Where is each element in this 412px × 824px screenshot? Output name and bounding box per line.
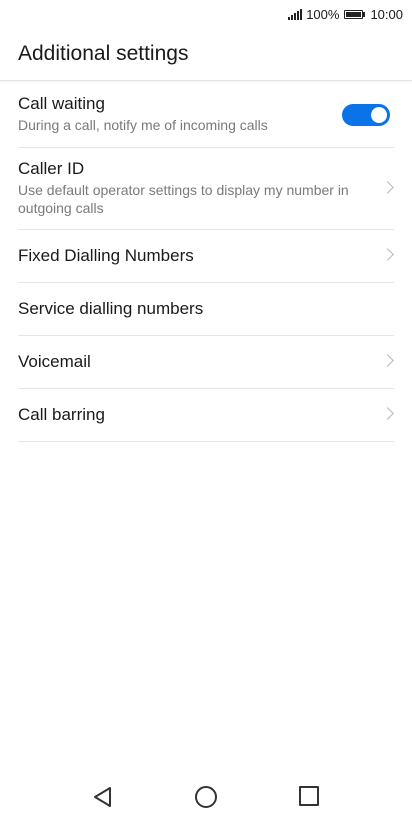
setting-title: Fixed Dialling Numbers [18, 246, 194, 265]
setting-title: Voicemail [18, 352, 91, 371]
app-bar: Additional settings [0, 28, 412, 81]
page-title: Additional settings [18, 42, 189, 65]
setting-subtitle: Use default operator settings to display… [18, 182, 349, 216]
screen: 100% 10:00 Additional settings Call wait… [0, 0, 412, 824]
setting-subtitle: During a call, notify me of incoming cal… [18, 117, 268, 133]
recents-icon[interactable] [299, 786, 319, 806]
setting-title: Service dialling numbers [18, 299, 204, 318]
setting-title: Caller ID [18, 159, 85, 178]
setting-title: Call waiting [18, 94, 105, 113]
setting-fixed-dialling-numbers[interactable]: Fixed Dialling Numbers [18, 230, 394, 283]
back-icon[interactable] [93, 786, 113, 808]
signal-icon [288, 8, 303, 20]
status-bar: 100% 10:00 [0, 0, 412, 28]
setting-call-barring[interactable]: Call barring [18, 389, 394, 442]
status-time: 10:00 [370, 6, 403, 22]
setting-call-waiting[interactable]: Call waiting During a call, notify me of… [18, 82, 394, 148]
battery-percent: 100% [306, 6, 340, 22]
toggle-knob [371, 107, 387, 123]
home-icon[interactable] [195, 786, 217, 808]
setting-title: Call barring [18, 405, 105, 424]
call-waiting-toggle[interactable] [342, 104, 390, 126]
setting-service-dialling-numbers[interactable]: Service dialling numbers [18, 283, 394, 336]
setting-caller-id[interactable]: Caller ID Use default operator settings … [18, 148, 394, 230]
nav-bar [0, 772, 412, 824]
battery-icon [344, 9, 366, 19]
setting-voicemail[interactable]: Voicemail [18, 336, 394, 389]
settings-list: Call waiting During a call, notify me of… [18, 82, 394, 442]
